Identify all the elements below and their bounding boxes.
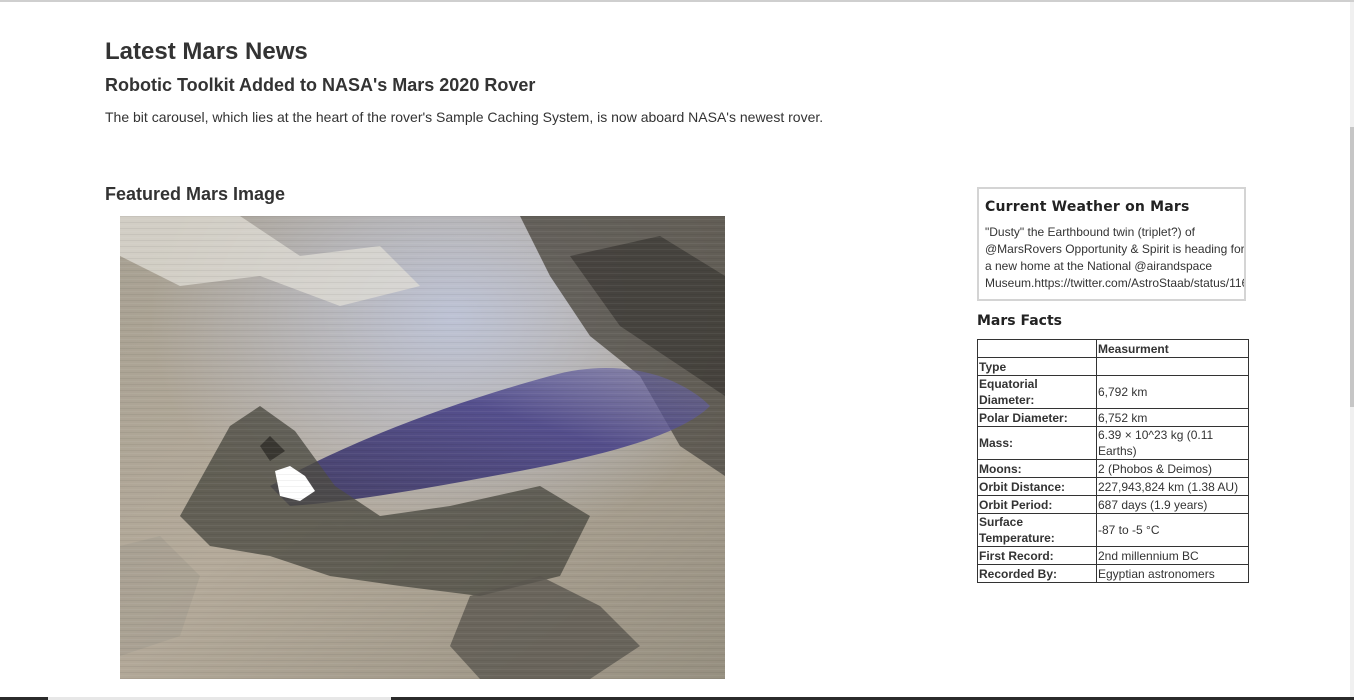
fact-value: 227,943,824 km (1.38 AU) (1096, 477, 1249, 496)
fact-label: Equatorial Diameter: (977, 375, 1097, 409)
table-header-empty (977, 339, 1097, 358)
fact-value: 2 (Phobos & Deimos) (1096, 459, 1249, 478)
fact-label: First Record: (977, 546, 1097, 565)
fact-label: Moons: (977, 459, 1097, 478)
weather-tweet-line: @MarsRovers Opportunity & Spirit is head… (985, 242, 1245, 256)
fact-value: 2nd millennium BC (1096, 546, 1249, 565)
weather-card: Current Weather on Mars "Dusty" the Eart… (977, 187, 1246, 301)
fact-value: 687 days (1.9 years) (1096, 495, 1249, 514)
fact-label: Recorded By: (977, 564, 1097, 583)
table-header-row: Measurment (977, 339, 1249, 358)
featured-image-header: Featured Mars Image (105, 184, 286, 204)
table-row: Orbit Period: 687 days (1.9 years) (977, 495, 1249, 514)
table-row: Moons: 2 (Phobos & Deimos) (977, 459, 1249, 478)
mars-facts-header: Mars Facts (977, 313, 1063, 329)
table-row: Equatorial Diameter: 6,792 km (977, 375, 1249, 409)
page-scrollbar[interactable] (1350, 2, 1354, 700)
news-section-header: Latest Mars News (105, 38, 308, 65)
table-row: Type (977, 357, 1249, 376)
table-header-measurement: Measurment (1096, 339, 1249, 358)
table-row: Polar Diameter: 6,752 km (977, 408, 1249, 427)
weather-tweet-line: "Dusty" the Earthbound twin (triplet?) o… (985, 225, 1195, 239)
fact-value (1096, 357, 1249, 376)
fact-value: 6,752 km (1096, 408, 1249, 427)
fact-value: Egyptian astronomers (1096, 564, 1249, 583)
weather-card-title: Current Weather on Mars (985, 199, 1190, 215)
table-row: Recorded By: Egyptian astronomers (977, 564, 1249, 583)
mars-facts-table: Measurment Type Equatorial Diameter: 6,7… (977, 339, 1249, 583)
fact-label: Type (977, 357, 1097, 376)
table-row: Orbit Distance: 227,943,824 km (1.38 AU) (977, 477, 1249, 496)
weather-tweet-text: "Dusty" the Earthbound twin (triplet?) o… (985, 224, 1244, 292)
table-row: Mass: 6.39 × 10^23 kg (0.11 Earths) (977, 426, 1249, 460)
news-article-title[interactable]: Robotic Toolkit Added to NASA's Mars 202… (105, 75, 535, 96)
window-top-border (0, 0, 1354, 2)
fact-value: 6,792 km (1096, 375, 1249, 409)
weather-tweet-line: Museum.https://twitter.com/AstroStaab/st… (985, 276, 1246, 290)
weather-tweet-line: a new home at the National @airandspace (985, 259, 1212, 273)
fact-label: Orbit Distance: (977, 477, 1097, 496)
featured-mars-image[interactable] (120, 216, 725, 679)
news-article-teaser: The bit carousel, which lies at the hear… (105, 109, 824, 125)
fact-label: Polar Diameter: (977, 408, 1097, 427)
fact-label: Orbit Period: (977, 495, 1097, 514)
fact-value: -87 to -5 °C (1096, 513, 1249, 547)
fact-value: 6.39 × 10^23 kg (0.11 Earths) (1096, 426, 1249, 460)
table-row: First Record: 2nd millennium BC (977, 546, 1249, 565)
fact-label: Surface Temperature: (977, 513, 1097, 547)
scrollbar-thumb[interactable] (1350, 127, 1354, 407)
table-row: Surface Temperature: -87 to -5 °C (977, 513, 1249, 547)
fact-label: Mass: (977, 426, 1097, 460)
